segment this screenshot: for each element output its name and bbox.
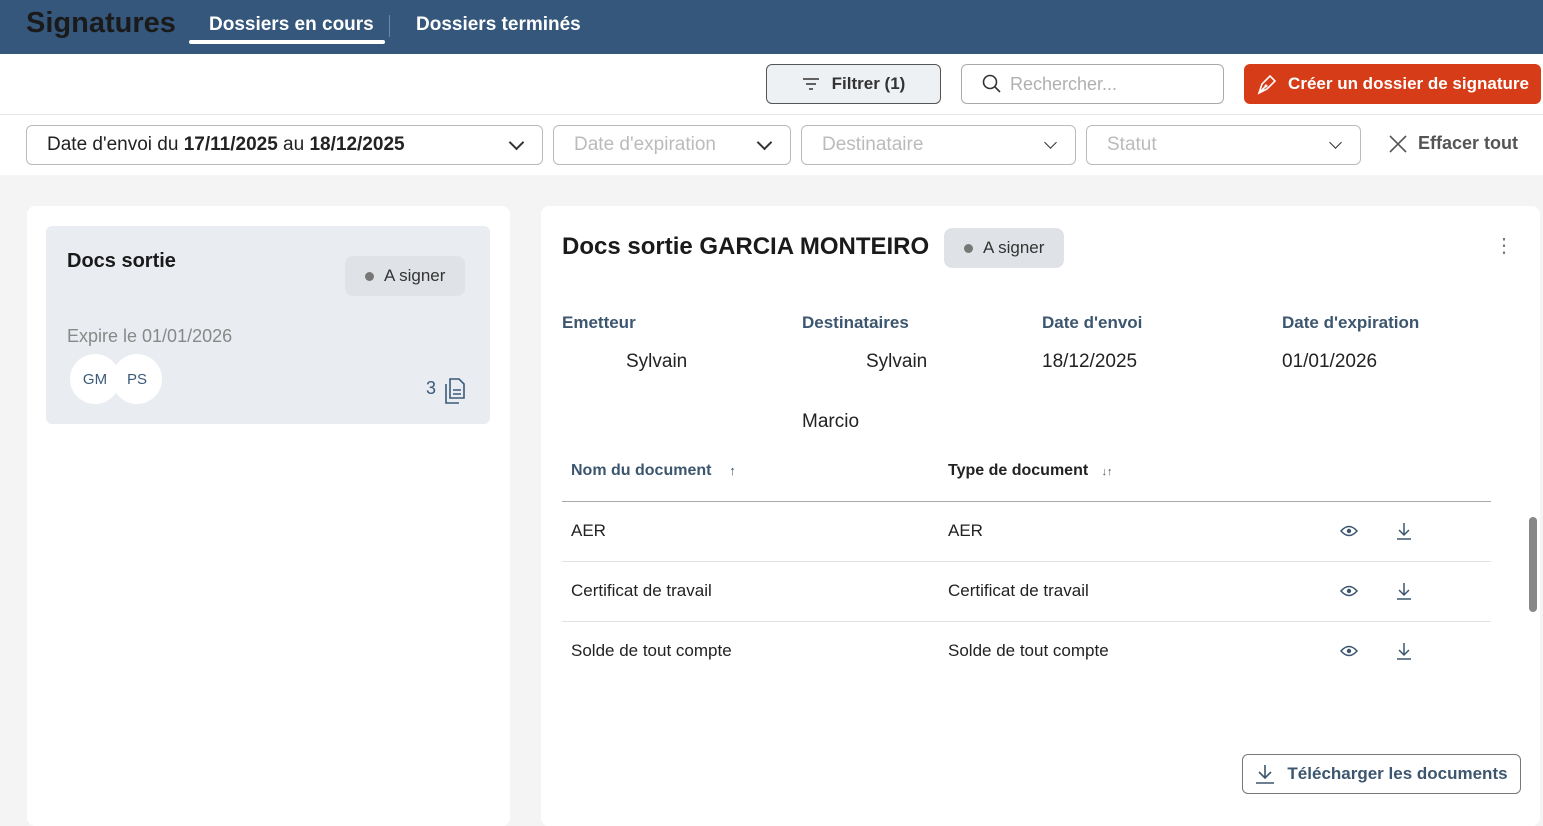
download-documents-label: Télécharger les documents: [1287, 764, 1508, 783]
row-divider: [562, 561, 1491, 562]
destinataire-select[interactable]: Destinataire: [801, 125, 1076, 165]
create-label: Créer un dossier de signature: [1288, 74, 1529, 93]
status-badge: A signer: [345, 256, 466, 296]
document-type: Certificat de travail: [948, 581, 1089, 600]
filter-label: Filtrer (1): [831, 74, 906, 93]
chevron-down-icon: [508, 134, 525, 150]
date-expiration-placeholder: Date d'expiration: [574, 134, 716, 155]
more-options-icon[interactable]: ⋮: [1494, 236, 1514, 256]
column-header-nom[interactable]: Nom du document ↑: [571, 462, 736, 480]
tab-divider: [389, 15, 390, 37]
clear-all-button[interactable]: Effacer tout: [1388, 133, 1518, 154]
sort-icon: ↓↑: [1101, 466, 1113, 478]
table-header-divider: [562, 501, 1491, 502]
date-envoi-select[interactable]: Date d'envoi du 17/11/2025 au 18/12/2025: [26, 125, 543, 165]
status-badge: A signer: [944, 228, 1065, 268]
search-box[interactable]: [961, 64, 1224, 104]
table-row: AER AER: [562, 511, 1491, 571]
document-type: AER: [948, 521, 983, 540]
status-dot: [365, 271, 374, 281]
download-icon[interactable]: [1394, 521, 1414, 541]
document-type: Solde de tout compte: [948, 641, 1109, 660]
row-divider: [562, 621, 1491, 622]
date-expiration-select[interactable]: Date d'expiration: [553, 125, 791, 165]
date-expiration-label: Date d'expiration: [1282, 313, 1420, 332]
create-signature-folder-button[interactable]: Créer un dossier de signature: [1244, 64, 1541, 104]
documents-icon: [445, 378, 465, 404]
card-title: Docs sortie: [67, 250, 176, 272]
chevron-down-icon: [1044, 135, 1057, 149]
destinataire-value: Marcio: [802, 411, 860, 432]
search-icon: [982, 74, 1001, 93]
tab-dossiers-en-cours[interactable]: Dossiers en cours: [209, 14, 374, 36]
chevron-down-icon: [756, 134, 773, 150]
destinataires-label: Destinataires: [802, 313, 909, 332]
folder-card[interactable]: Docs sortie A signer Expire le 01/01/202…: [46, 226, 490, 424]
status-label: A signer: [983, 238, 1045, 257]
status-dot: [964, 243, 973, 253]
date-envoi-label: Date d'envoi: [1042, 313, 1143, 332]
filter-button[interactable]: Filtrer (1): [766, 64, 941, 104]
detail-title: Docs sortie GARCIA MONTEIRO: [562, 233, 930, 260]
sort-asc-icon: ↑: [729, 463, 736, 478]
date-expiration-value: 01/01/2026: [1282, 351, 1378, 372]
destinataire-placeholder: Destinataire: [822, 134, 924, 155]
view-icon[interactable]: [1339, 641, 1359, 661]
search-input[interactable]: [1010, 73, 1210, 95]
app-title: Signatures: [26, 7, 176, 39]
emetteur-label: Emetteur: [562, 313, 636, 332]
emetteur-value: Sylvain: [626, 351, 688, 372]
document-name: Solde de tout compte: [571, 641, 732, 660]
download-icon[interactable]: [1394, 581, 1414, 601]
date-envoi-value: 18/12/2025: [1042, 351, 1138, 372]
doc-count: 3: [426, 378, 437, 398]
clear-all-label: Effacer tout: [1418, 133, 1519, 153]
statut-select[interactable]: Statut: [1086, 125, 1361, 165]
statut-placeholder: Statut: [1107, 134, 1157, 155]
card-expiry: Expire le 01/01/2026: [67, 326, 233, 346]
chevron-down-icon: [1329, 135, 1342, 149]
download-icon[interactable]: [1394, 641, 1414, 661]
filter-icon: [802, 78, 819, 90]
column-header-type[interactable]: Type de document ↓↑: [948, 462, 1113, 480]
download-icon: [1256, 765, 1275, 784]
avatar: PS: [112, 354, 162, 404]
date-envoi-value: Date d'envoi du 17/11/2025 au 18/12/2025: [47, 134, 405, 155]
download-documents-button[interactable]: Télécharger les documents: [1242, 754, 1521, 794]
scrollbar[interactable]: [1529, 517, 1537, 612]
view-icon[interactable]: [1339, 581, 1359, 601]
tab-dossiers-termines[interactable]: Dossiers terminés: [416, 14, 581, 36]
destinataire-value: Sylvain: [866, 351, 928, 372]
view-icon[interactable]: [1339, 521, 1359, 541]
document-name: Certificat de travail: [571, 581, 712, 600]
document-name: AER: [571, 521, 606, 540]
pen-icon: [1257, 74, 1277, 95]
table-row: Solde de tout compte Solde de tout compt…: [562, 631, 1491, 691]
status-label: A signer: [384, 266, 446, 285]
active-tab-indicator: [189, 40, 385, 44]
table-row: Certificat de travail Certificat de trav…: [562, 571, 1491, 631]
close-icon: [1389, 134, 1407, 153]
